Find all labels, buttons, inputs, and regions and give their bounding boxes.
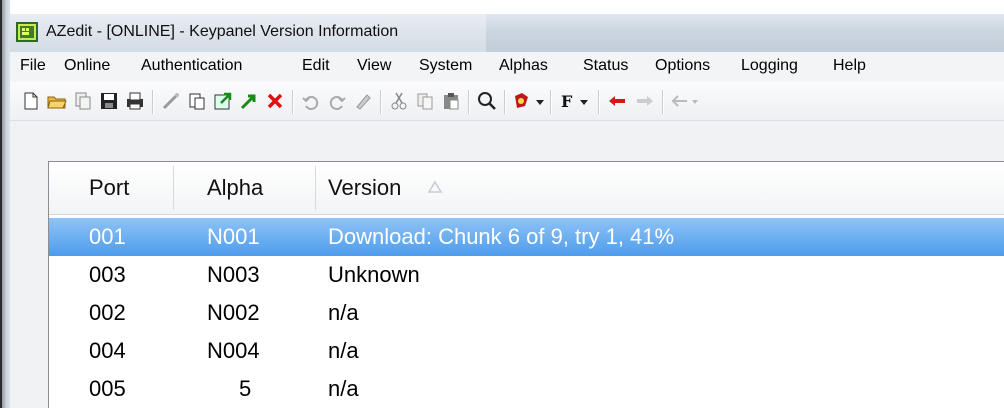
export-icon[interactable] bbox=[212, 90, 234, 112]
cell-alpha: N004 bbox=[207, 338, 260, 363]
forward-arrow-icon[interactable] bbox=[634, 90, 656, 112]
menu-alphas[interactable]: Alphas bbox=[499, 57, 548, 75]
table-row[interactable]: 002 N002 n/a bbox=[49, 294, 1004, 332]
menu-view[interactable]: View bbox=[357, 57, 391, 75]
cell-port: 001 bbox=[89, 224, 126, 249]
cell-version: Unknown bbox=[328, 262, 420, 287]
table-row[interactable]: 004 N004 n/a bbox=[49, 332, 1004, 370]
cell-version: n/a bbox=[328, 376, 359, 401]
cell-port: 005 bbox=[89, 376, 126, 401]
open-folder-icon[interactable] bbox=[46, 90, 68, 112]
copy-icon[interactable] bbox=[414, 90, 436, 112]
title-bar[interactable]: AZedit - [ONLINE] - Keypanel Version Inf… bbox=[10, 14, 1004, 52]
cell-alpha: N003 bbox=[207, 262, 260, 287]
cell-port: 003 bbox=[89, 262, 126, 287]
title-bar-caption-area[interactable]: AZedit - [ONLINE] - Keypanel Version Inf… bbox=[10, 14, 486, 52]
tools-dropdown-icon[interactable] bbox=[512, 90, 546, 112]
toolbar: F bbox=[10, 82, 1004, 121]
copy-doc-icon[interactable] bbox=[72, 90, 94, 112]
cell-alpha: N002 bbox=[207, 300, 260, 325]
menu-bar: File Online Authentication Edit View Sys… bbox=[10, 52, 1004, 83]
undo-icon[interactable] bbox=[300, 90, 322, 112]
version-list[interactable]: Port Alpha Version 001 N001 Download: Ch… bbox=[48, 161, 1004, 408]
app-window: AZedit - [ONLINE] - Keypanel Version Inf… bbox=[0, 0, 1004, 408]
cell-version: Download: Chunk 6 of 9, try 1, 41% bbox=[328, 224, 675, 249]
font-dropdown-icon[interactable]: F bbox=[558, 90, 592, 112]
menu-online[interactable]: Online bbox=[64, 57, 110, 75]
redo-icon[interactable] bbox=[326, 90, 348, 112]
find-icon[interactable] bbox=[476, 90, 498, 112]
arrow-icon[interactable] bbox=[238, 90, 260, 112]
new-file-icon[interactable] bbox=[20, 90, 42, 112]
svg-text:F: F bbox=[561, 92, 573, 111]
cell-alpha: 5 bbox=[239, 376, 252, 401]
menu-edit[interactable]: Edit bbox=[302, 57, 330, 75]
cut-icon[interactable] bbox=[388, 90, 410, 112]
paste-board-icon[interactable] bbox=[440, 90, 462, 112]
paste-icon[interactable] bbox=[186, 90, 208, 112]
sort-ascending-icon bbox=[427, 180, 443, 193]
app-icon[interactable] bbox=[16, 22, 38, 42]
column-header-alpha[interactable]: Alpha bbox=[207, 162, 263, 214]
cell-version: n/a bbox=[328, 338, 359, 363]
menu-system[interactable]: System bbox=[419, 57, 472, 75]
menu-file[interactable]: File bbox=[20, 57, 46, 75]
cell-version: n/a bbox=[328, 300, 359, 325]
window-frame-left bbox=[0, 0, 10, 408]
menu-logging[interactable]: Logging bbox=[741, 57, 798, 75]
table-row[interactable]: 001 N001 Download: Chunk 6 of 9, try 1, … bbox=[49, 218, 1004, 256]
window-title: AZedit - [ONLINE] - Keypanel Version Inf… bbox=[46, 23, 399, 40]
print-icon[interactable] bbox=[124, 90, 146, 112]
back-arrow-icon[interactable] bbox=[606, 90, 628, 112]
cell-alpha: N001 bbox=[207, 224, 260, 249]
menu-options[interactable]: Options bbox=[655, 57, 710, 75]
delete-icon[interactable] bbox=[264, 90, 286, 112]
save-icon[interactable] bbox=[98, 90, 120, 112]
cell-port: 002 bbox=[89, 300, 126, 325]
network-icon[interactable] bbox=[670, 90, 700, 112]
column-header-port[interactable]: Port bbox=[89, 162, 129, 214]
list-header: Port Alpha Version bbox=[49, 162, 1004, 215]
wand-icon[interactable] bbox=[160, 90, 182, 112]
table-row[interactable]: 005 5 n/a bbox=[49, 370, 1004, 408]
cell-port: 004 bbox=[89, 338, 126, 363]
menu-help[interactable]: Help bbox=[833, 57, 866, 75]
menu-authentication[interactable]: Authentication bbox=[141, 57, 242, 75]
eraser-icon[interactable] bbox=[352, 90, 374, 112]
column-header-version[interactable]: Version bbox=[328, 162, 401, 214]
table-row[interactable]: 003 N003 Unknown bbox=[49, 256, 1004, 294]
menu-status[interactable]: Status bbox=[583, 57, 628, 75]
